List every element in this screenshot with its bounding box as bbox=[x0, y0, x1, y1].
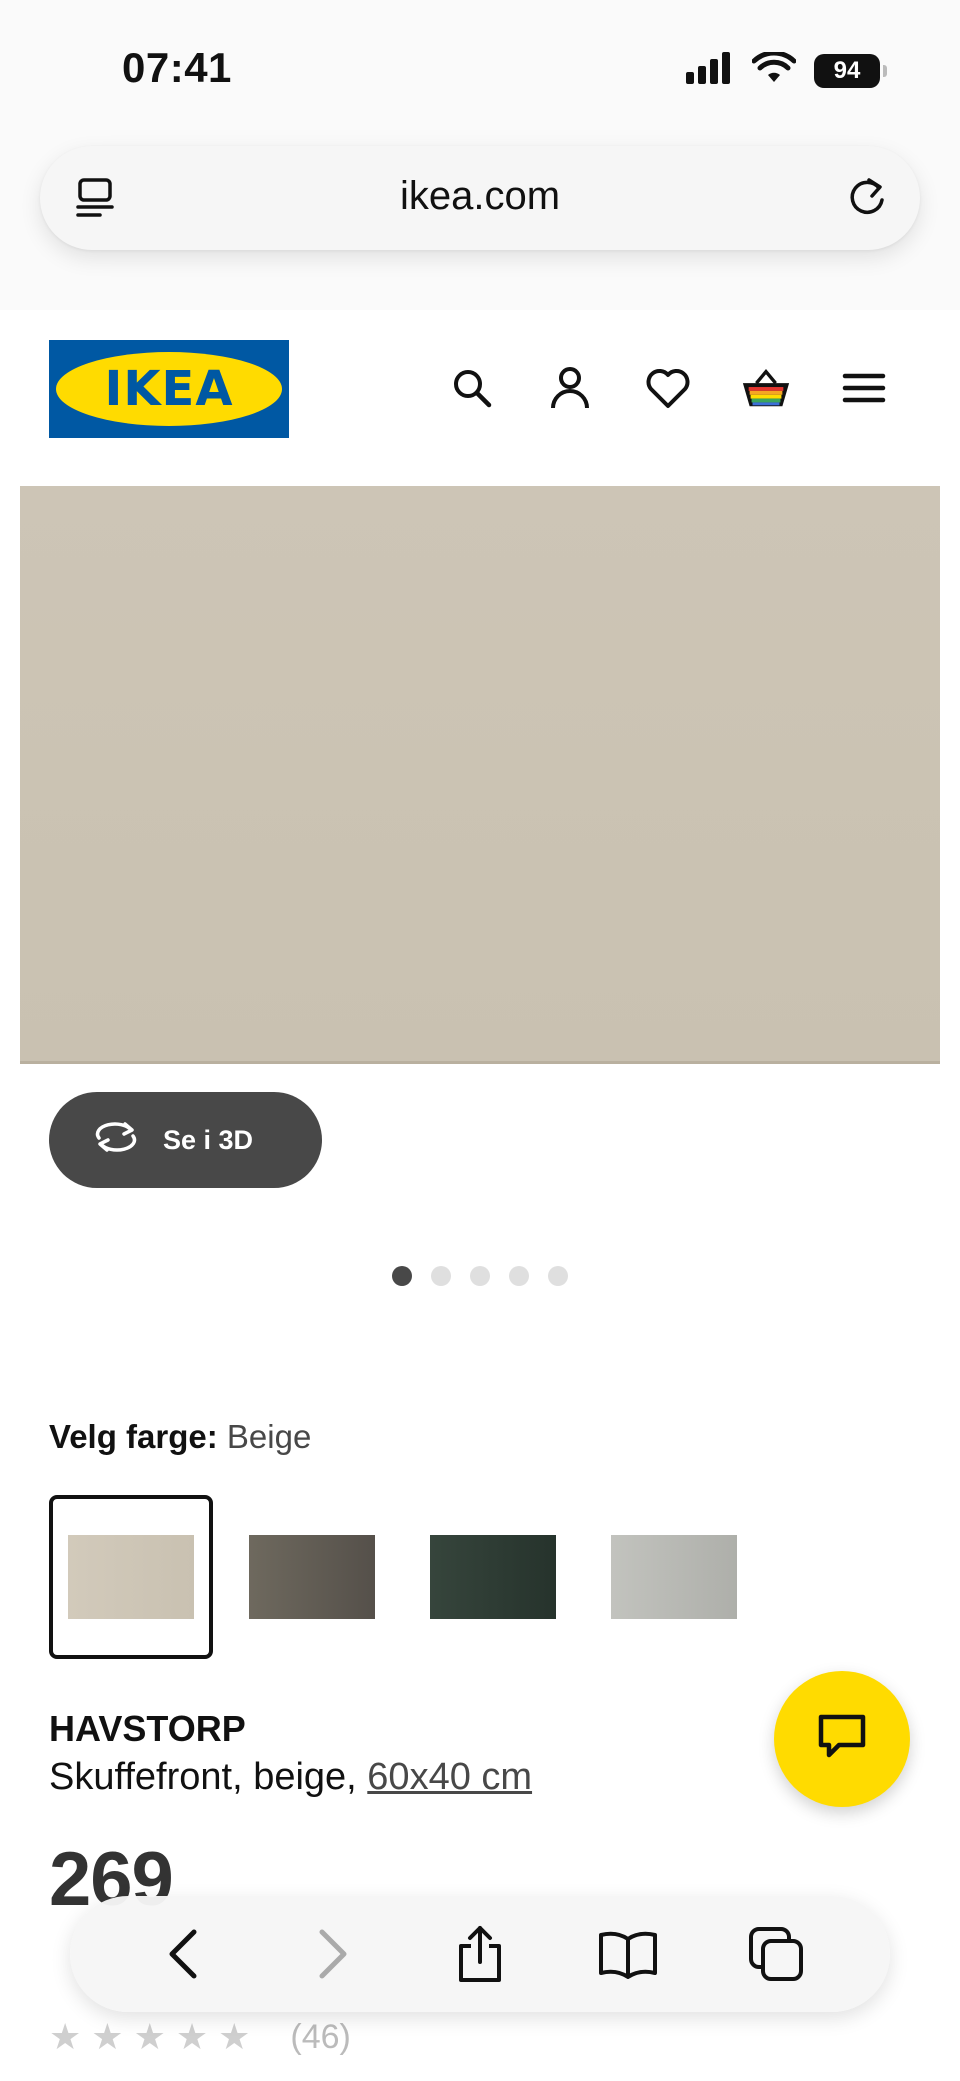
star-icon: ★ bbox=[175, 2016, 209, 2057]
carousel-dot[interactable] bbox=[431, 1266, 451, 1286]
heart-icon[interactable] bbox=[642, 362, 694, 414]
site-header: IKEA bbox=[0, 310, 960, 470]
product-size-link[interactable]: 60x40 cm bbox=[367, 1756, 532, 1798]
swatch-chip bbox=[68, 1535, 194, 1619]
share-icon[interactable] bbox=[445, 1919, 515, 1989]
carousel-dot[interactable] bbox=[392, 1266, 412, 1286]
reload-icon[interactable] bbox=[844, 174, 890, 225]
see-in-3d-button[interactable]: Se i 3D bbox=[49, 1092, 322, 1188]
color-label-key: Velg farge: bbox=[49, 1418, 218, 1455]
half-star-icon: ★ bbox=[218, 2016, 251, 2057]
swatch-light-grey[interactable] bbox=[592, 1495, 756, 1659]
see-in-3d-label: Se i 3D bbox=[163, 1124, 254, 1155]
browser-url-area: ikea.com bbox=[0, 130, 960, 310]
bookmarks-icon[interactable] bbox=[593, 1919, 663, 1989]
search-icon[interactable] bbox=[446, 362, 498, 414]
tabs-icon[interactable] bbox=[741, 1919, 811, 1989]
swatch-dark-green[interactable] bbox=[411, 1495, 575, 1659]
status-bar: 07:41 94 bbox=[0, 0, 960, 130]
product-image[interactable] bbox=[20, 486, 940, 1064]
chat-icon bbox=[815, 1711, 869, 1768]
browser-toolbar bbox=[70, 1896, 890, 2012]
rating-count: (46) bbox=[290, 2017, 351, 2056]
carousel-dot[interactable] bbox=[470, 1266, 490, 1286]
carousel-dot[interactable] bbox=[509, 1266, 529, 1286]
logo-oval: IKEA bbox=[56, 352, 282, 426]
logo-text: IKEA bbox=[104, 361, 234, 417]
forward-icon[interactable] bbox=[297, 1919, 367, 1989]
ikea-logo[interactable]: IKEA bbox=[49, 340, 289, 438]
product-name: HAVSTORP bbox=[49, 1708, 246, 1749]
rotate-3d-icon bbox=[91, 1120, 141, 1161]
color-label-value: Beige bbox=[226, 1418, 312, 1455]
color-swatches bbox=[49, 1495, 756, 1659]
carousel-dot[interactable] bbox=[548, 1266, 568, 1286]
color-label: Velg farge: Beige bbox=[49, 1418, 311, 1456]
rating[interactable]: ★ ★ ★ ★ ★ (46) bbox=[49, 2016, 351, 2058]
url-text[interactable]: ikea.com bbox=[40, 174, 920, 219]
swatch-beige[interactable] bbox=[49, 1495, 213, 1659]
status-icons: 94 bbox=[686, 50, 887, 89]
cellular-signal-icon bbox=[686, 52, 734, 89]
star-icon: ★ bbox=[91, 2016, 124, 2057]
back-icon[interactable] bbox=[149, 1919, 219, 1989]
carousel-dots bbox=[0, 1266, 960, 1286]
status-time: 07:41 bbox=[122, 44, 232, 91]
menu-icon[interactable] bbox=[838, 362, 890, 414]
basket-icon[interactable] bbox=[740, 362, 792, 414]
url-bar[interactable]: ikea.com bbox=[40, 146, 920, 250]
star-icon: ★ bbox=[49, 2016, 82, 2057]
product-description: Skuffefront, beige, 60x40 cm bbox=[49, 1756, 532, 1799]
header-icons bbox=[446, 362, 890, 414]
product-desc-text: Skuffefront, beige, bbox=[49, 1756, 368, 1798]
star-icon: ★ bbox=[133, 2016, 166, 2057]
swatch-chip bbox=[611, 1535, 737, 1619]
swatch-chip bbox=[430, 1535, 556, 1619]
account-icon[interactable] bbox=[544, 362, 596, 414]
swatch-dark-grey-brown[interactable] bbox=[230, 1495, 394, 1659]
swatch-chip bbox=[249, 1535, 375, 1619]
battery-indicator: 94 bbox=[814, 53, 887, 88]
chat-button[interactable] bbox=[774, 1671, 910, 1807]
wifi-icon bbox=[751, 50, 797, 89]
